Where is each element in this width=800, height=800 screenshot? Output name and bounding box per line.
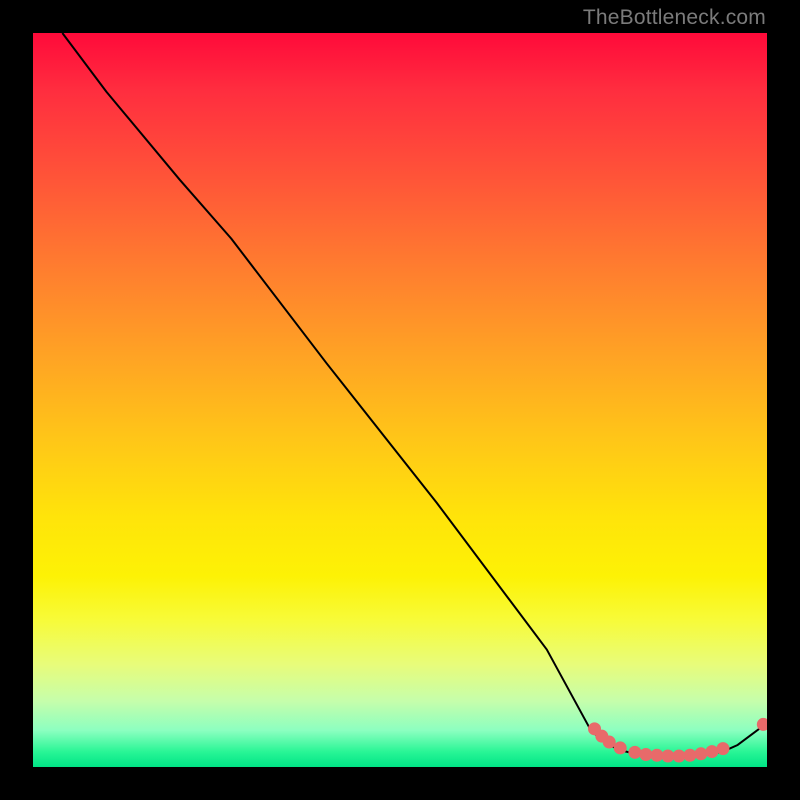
data-marker — [684, 749, 696, 761]
data-marker — [640, 749, 652, 761]
data-marker — [662, 750, 674, 762]
data-marker — [717, 743, 729, 755]
data-marker — [706, 746, 718, 758]
chart-overlay-svg — [33, 33, 767, 767]
data-marker — [614, 742, 626, 754]
data-marker — [603, 736, 615, 748]
marker-group — [589, 718, 767, 762]
chart-plot-area — [33, 33, 767, 767]
bottleneck-curve-line — [62, 33, 767, 757]
data-marker — [651, 749, 663, 761]
data-marker — [673, 750, 685, 762]
data-marker — [757, 718, 767, 730]
data-marker — [695, 748, 707, 760]
chart-frame: TheBottleneck.com — [0, 0, 800, 800]
watermark-text: TheBottleneck.com — [583, 6, 766, 30]
data-marker — [629, 746, 641, 758]
